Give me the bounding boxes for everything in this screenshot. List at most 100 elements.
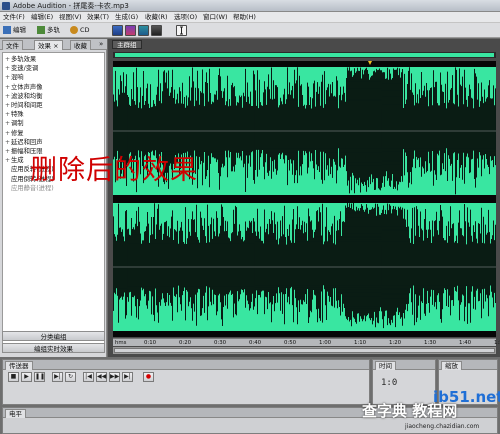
tree-item-label: 滤波和均衡 [11,92,43,100]
cd-view-button[interactable]: CD [70,25,90,36]
tab-time[interactable]: 时间 [375,361,396,370]
menu-edit[interactable]: 编辑(E) [31,12,53,23]
cd-label: CD [80,26,90,34]
play-icon[interactable]: ▶ [21,372,32,382]
tab-level[interactable]: 电平 [5,409,26,418]
tree-item-label: 混响 [11,74,24,82]
tree-item[interactable]: +特殊 [5,110,24,119]
category-group-button[interactable]: 分类编组 [2,331,105,341]
playhead-marker [368,61,372,65]
stop-icon[interactable]: ■ [8,372,19,382]
tree-item[interactable]: +时间和间距 [5,101,42,110]
play-from-cursor-icon[interactable]: ▶| [52,372,63,382]
tab-effects-label: 效果 [38,42,51,50]
toolbar: 编辑 多轨 CD [0,23,500,38]
tab-main-group[interactable]: 主群组 [112,40,142,49]
tree-item-label: 立体声声像 [11,83,43,91]
watermark-url: jiaocheng.chazidian.com [405,423,480,430]
edit-view-button[interactable]: 编辑 [3,25,26,36]
menu-file[interactable]: 文件(F) [3,12,25,23]
waveform-edit-icon [3,26,11,34]
waveform-display[interactable] [113,61,496,337]
window-title: Adobe Audition - 拼尾奏-卡农.mp3 [13,2,129,10]
tree-item-label: 修复 [11,129,24,137]
multitrack-icon [37,26,45,34]
menu-view[interactable]: 视图(V) [59,12,82,23]
record-icon[interactable]: ● [143,372,154,382]
ruler-tick: hms [115,340,127,346]
tree-item-label: 生成 [11,157,24,165]
pan-display-icon[interactable] [138,25,149,36]
menu-options[interactable]: 选项(O) [174,12,197,23]
tree-item-label: 延迟和回声 [11,138,43,146]
title-bar: Adobe Audition - 拼尾奏-卡农.mp3 [0,0,500,12]
tab-transport[interactable]: 传送器 [5,361,33,370]
ruler-tick: 0:30 [214,340,227,346]
realtime-effects-button[interactable]: 编组实时效果 [2,343,105,353]
watermark-site: 查字典 教程网 [362,402,458,420]
close-icon[interactable]: × [53,42,58,50]
horizontal-scrollbar[interactable] [113,347,496,354]
menu-window[interactable]: 窗口(W) [203,12,228,23]
skip-start-icon[interactable]: |◀ [83,372,94,382]
tab-zoom[interactable]: 缩放 [441,361,462,370]
ruler-tick: 0:20 [179,340,192,346]
transport-header: 传送器 [3,360,369,370]
time-panel: 时间 1:0 [372,359,436,405]
menu-help[interactable]: 帮助(H) [233,12,256,23]
menu-generate[interactable]: 生成(G) [115,12,138,23]
panel-menu-icon[interactable]: » [99,40,103,49]
transport-panel: 传送器 ■ ▶ ❚❚ ▶| ↻ |◀ ◀◀ ▶▶ ▶| ● [2,359,370,405]
phase-display-icon[interactable] [151,25,162,36]
pause-icon[interactable]: ❚❚ [34,372,45,382]
effects-panel: 文件 效果 × 收藏 » +多轨效果 +变速/变调 +混响 +立体声声像 +滤波和均衡 +… [0,39,107,357]
tree-item[interactable]: +滤波和均衡 [5,92,42,101]
scroll-thumb[interactable] [114,348,495,353]
tree-item-label: 多轨效果 [11,56,37,63]
menu-favorites[interactable]: 收藏(R) [145,12,168,23]
overview-range [115,53,494,57]
effects-tree: +多轨效果 +变速/变调 +混响 +立体声声像 +滤波和均衡 +时间和间距 +特殊 +调制 +修… [2,52,105,352]
tab-effects[interactable]: 效果 × [34,40,63,50]
tab-favorites[interactable]: 收藏 [70,40,91,50]
cd-icon [70,26,78,34]
tree-item[interactable]: +修复 [5,129,24,138]
ruler-tick: 1:50 [494,340,500,346]
main-editor-panel: 主群组 hms 0:10 0:20 0:30 0:40 0:50 1:00 1:10 1:20 1… [108,39,500,357]
ruler-tick: 0:40 [249,340,262,346]
tree-item[interactable]: +生成 [5,156,24,165]
time-ruler: hms 0:10 0:20 0:30 0:40 0:50 1:00 1:10 1:20 1:30 1… [113,338,500,346]
multitrack-label: 多轨 [47,26,60,34]
ruler-tick: 1:20 [389,340,402,346]
tree-item[interactable]: +调制 [5,119,24,128]
time-header: 时间 [373,360,435,370]
fast-forward-icon[interactable]: ▶▶ [109,372,120,382]
overlay-caption: 删除后的效果 [30,155,198,186]
tree-item[interactable]: +混响 [5,73,24,82]
rewind-icon[interactable]: ◀◀ [96,372,107,382]
tree-item-label: 调制 [11,120,24,128]
loop-icon[interactable]: ↻ [65,372,76,382]
waveform-svg [113,61,496,331]
tree-item[interactable]: +变速/变调 [5,64,38,73]
tab-files[interactable]: 文件 [2,40,23,50]
tree-item[interactable]: +延迟和回声 [5,138,42,147]
panel-tab-row: 文件 效果 × 收藏 » [0,39,107,50]
multitrack-view-button[interactable]: 多轨 [37,25,60,36]
spectral-display-icon[interactable] [125,25,136,36]
waveform-display-icon[interactable] [112,25,123,36]
menu-effects[interactable]: 效果(T) [87,12,109,23]
tree-item[interactable]: +多轨效果 [5,55,36,64]
time-display: 1:0 [381,378,398,388]
ruler-tick: 0:50 [284,340,297,346]
waveform-overview[interactable] [113,52,496,58]
ruler-tick: 1:40 [459,340,472,346]
tree-item[interactable]: +立体声声像 [5,83,42,92]
ruler-tick: 0:10 [144,340,157,346]
ruler-tick: 1:30 [424,340,437,346]
tree-item-label: 变速/变调 [11,65,39,73]
zoom-header: 缩放 [439,360,497,370]
tree-item-label: 时间和间距 [11,102,43,109]
selection-tool-icon[interactable] [176,25,187,36]
skip-end-icon[interactable]: ▶| [122,372,133,382]
